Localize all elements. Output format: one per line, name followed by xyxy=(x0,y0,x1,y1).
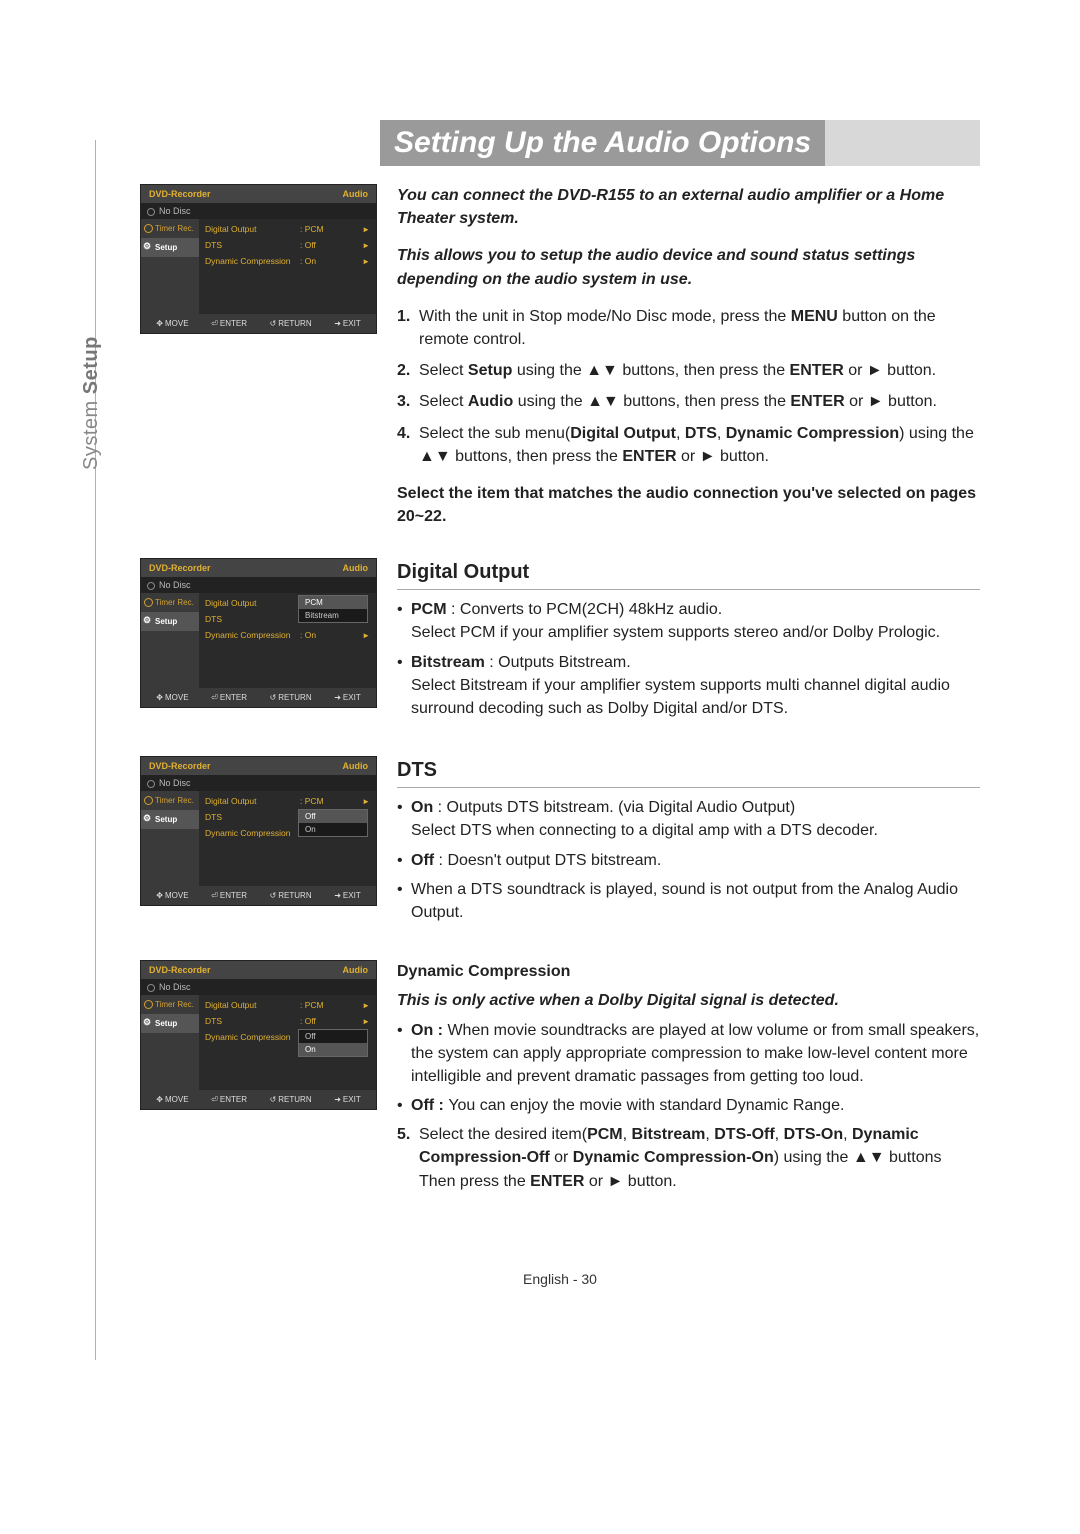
osd-opt-off2: Off xyxy=(299,1030,367,1043)
osd-dropdown-dyn: Off On xyxy=(298,1029,368,1057)
osd-screenshot-2: DVD-RecorderAudio No Disc Timer Rec. Set… xyxy=(140,558,377,708)
osd-v-pcm: : PCM xyxy=(300,224,362,234)
side-border xyxy=(95,140,96,1360)
step-3-num: 3. xyxy=(397,390,419,413)
osd-enter: ENTER xyxy=(220,319,247,328)
enter-icon: ⏎ xyxy=(211,319,218,328)
osd-opt-on2: On xyxy=(299,1043,367,1056)
osd-return: RETURN xyxy=(278,319,311,328)
osd-opt-off: Off xyxy=(299,810,367,823)
arrow-icon: ► xyxy=(362,225,370,234)
osd-left-setup: Setup xyxy=(141,238,199,257)
exit-icon: ➜ xyxy=(334,319,341,328)
arrow-icon: ► xyxy=(362,241,370,250)
page-footer: English - 30 xyxy=(140,1271,980,1287)
osd-v-off: : Off xyxy=(300,240,362,250)
side-tab-bold: Setup xyxy=(80,336,102,394)
return-icon: ↺ xyxy=(270,319,277,328)
step-4-num: 4. xyxy=(397,422,419,468)
osd-screenshot-4: DVD-RecorderAudio No Disc Timer Rec. Set… xyxy=(140,960,377,1110)
osd-screenshot-3: DVD-RecorderAudio No Disc Timer Rec. Set… xyxy=(140,756,377,906)
page-title: Setting Up the Audio Options xyxy=(380,120,980,166)
osd-opt-pcm: PCM xyxy=(299,596,367,609)
osd-title: DVD-Recorder xyxy=(149,189,211,199)
osd-k-dyn: Dynamic Compression xyxy=(205,256,300,266)
selection-note: Select the item that matches the audio c… xyxy=(397,482,980,528)
osd-dropdown-dts: Off On xyxy=(298,809,368,837)
side-tab: System Setup xyxy=(80,336,103,470)
dyn-head: Dynamic Compression xyxy=(397,960,980,983)
osd-opt-bitstream: Bitstream xyxy=(299,609,367,622)
osd-move: MOVE xyxy=(165,319,189,328)
page-title-text: Setting Up the Audio Options xyxy=(380,120,825,166)
page-title-tail xyxy=(825,120,980,166)
intro-1: You can connect the DVD-R155 to an exter… xyxy=(397,184,980,230)
step-1-num: 1. xyxy=(397,305,419,351)
arrow-icon: ► xyxy=(362,257,370,266)
osd-dropdown-digital: PCM Bitstream xyxy=(298,595,368,623)
side-tab-light: System xyxy=(80,394,102,470)
move-icon: ✥ xyxy=(156,319,163,328)
osd-v-on: : On xyxy=(300,256,362,266)
osd-screenshot-1: DVD-Recorder Audio No Disc Timer Rec. Set… xyxy=(140,184,377,334)
osd-k-digital: Digital Output xyxy=(205,224,300,234)
dts-head: DTS xyxy=(397,756,980,788)
step-2-num: 2. xyxy=(397,359,419,382)
intro-2: This allows you to setup the audio devic… xyxy=(397,244,980,290)
osd-corner: Audio xyxy=(343,189,369,199)
osd-exit: EXIT xyxy=(343,319,361,328)
osd-nodisc: No Disc xyxy=(141,203,376,219)
dyn-sub: This is only active when a Dolby Digital… xyxy=(397,989,980,1012)
osd-opt-on: On xyxy=(299,823,367,836)
osd-k-dts: DTS xyxy=(205,240,300,250)
step-5-num: 5. xyxy=(397,1123,419,1193)
osd-left-timer: Timer Rec. xyxy=(141,219,199,238)
digital-output-head: Digital Output xyxy=(397,558,980,590)
